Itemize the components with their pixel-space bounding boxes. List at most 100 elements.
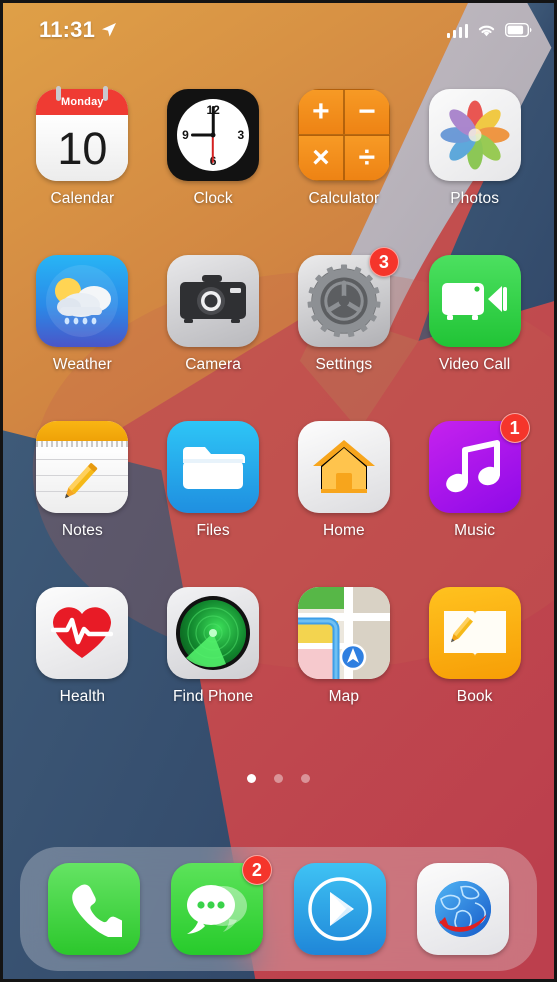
app-book[interactable]: Book xyxy=(409,587,540,706)
play-store-icon xyxy=(294,863,387,955)
app-label-camera: Camera xyxy=(185,356,241,373)
phone-handset-icon xyxy=(47,863,140,955)
page-dot-1[interactable] xyxy=(247,774,256,783)
clock-numeral-3: 3 xyxy=(237,128,245,142)
app-home[interactable]: Home xyxy=(279,421,410,540)
clock-icon-wrap: 12 3 6 9 xyxy=(167,89,260,181)
app-label-video-call: Video Call xyxy=(438,356,511,373)
phone-screen: 11:31 Monday 10 Calendar 3 9 Clock + − ×… xyxy=(0,0,557,982)
badge-messages: 2 xyxy=(241,855,272,885)
app-notes[interactable]: Notes xyxy=(17,421,148,540)
calendar-date: 10 xyxy=(36,115,129,181)
open-book-icon xyxy=(428,587,521,679)
weather-icon xyxy=(36,255,129,347)
app-photos[interactable]: Photos xyxy=(409,89,540,208)
calendar-weekday: Monday xyxy=(36,89,129,115)
dock-app-browser[interactable] xyxy=(417,863,510,955)
home-icon-wrap xyxy=(297,421,390,513)
clock-icon: 12 3 6 9 xyxy=(167,89,260,181)
photos-icon-wrap xyxy=(428,89,521,181)
status-bar: 11:31 xyxy=(3,3,554,57)
badge-settings: 3 xyxy=(368,247,399,277)
clock-face: 12 3 6 9 xyxy=(177,99,250,171)
wifi-icon xyxy=(478,25,495,36)
calculator-icon: + − × ÷ xyxy=(297,89,390,181)
heart-pulse-icon xyxy=(36,587,129,679)
clock-minute-hand xyxy=(211,106,215,135)
calendar-ring-left xyxy=(56,86,62,101)
app-settings[interactable]: 3 Settings xyxy=(279,247,410,374)
notes-header-band xyxy=(36,421,129,441)
app-label-files: Files xyxy=(196,522,230,539)
app-camera[interactable]: Camera xyxy=(148,255,279,374)
dock: 2 xyxy=(20,847,537,971)
globe-browser-icon xyxy=(417,863,510,955)
app-label-home: Home xyxy=(323,522,365,539)
photos-icon xyxy=(428,89,521,181)
map-icon-wrap xyxy=(297,587,390,679)
calculator-op-plus: + xyxy=(297,89,344,135)
app-weather[interactable]: Weather xyxy=(17,255,148,374)
app-label-find-phone: Find Phone xyxy=(172,688,254,705)
clock-second-hand xyxy=(212,135,214,163)
app-label-music: Music xyxy=(454,522,496,539)
notes-icon-wrap xyxy=(36,421,129,513)
notes-icon xyxy=(36,421,129,513)
app-video-call[interactable]: Video Call xyxy=(409,255,540,374)
location-arrow-icon xyxy=(102,23,117,37)
app-label-settings: Settings xyxy=(315,356,373,373)
app-label-map: Map xyxy=(328,688,360,705)
app-label-notes: Notes xyxy=(61,522,103,539)
map-icon xyxy=(297,587,390,679)
status-time: 11:31 xyxy=(39,17,96,42)
calendar-icon-wrap: Monday 10 xyxy=(36,86,129,181)
app-calculator[interactable]: + − × ÷ Calculator xyxy=(279,89,410,208)
app-label-photos: Photos xyxy=(450,190,500,207)
weather-icon-wrap xyxy=(36,255,129,347)
app-calendar[interactable]: Monday 10 Calendar xyxy=(17,86,148,208)
badge-music: 1 xyxy=(499,413,530,443)
calculator-icon-wrap: + − × ÷ xyxy=(297,89,390,181)
app-label-calendar: Calendar xyxy=(50,190,115,207)
app-label-book: Book xyxy=(456,688,493,705)
page-dot-3[interactable] xyxy=(301,774,310,783)
find-phone-icon-wrap xyxy=(167,587,260,679)
video-camera-icon xyxy=(428,255,521,347)
page-dot-2[interactable] xyxy=(274,774,283,783)
app-files[interactable]: Files xyxy=(148,421,279,540)
folder-icon xyxy=(167,421,260,513)
camera-icon-wrap xyxy=(167,255,260,347)
app-label-weather: Weather xyxy=(52,356,112,373)
calculator-op-times: × xyxy=(297,135,344,181)
music-icon-wrap: 1 xyxy=(428,413,530,513)
calendar-ring-right xyxy=(103,86,109,101)
health-icon-wrap xyxy=(36,587,129,679)
radar-icon xyxy=(167,587,260,679)
app-health[interactable]: Health xyxy=(17,587,148,706)
page-dots xyxy=(3,774,554,783)
app-find-phone[interactable]: Find Phone xyxy=(148,587,279,706)
camera-icon xyxy=(167,255,260,347)
cellular-signal-icon xyxy=(446,23,468,38)
calendar-icon: Monday 10 xyxy=(36,89,129,181)
app-music[interactable]: 1 Music xyxy=(409,413,540,540)
calculator-op-minus: − xyxy=(343,89,390,135)
battery-icon xyxy=(505,23,532,37)
calculator-op-divide: ÷ xyxy=(343,135,390,181)
app-label-clock: Clock xyxy=(193,190,233,207)
house-icon xyxy=(297,421,390,513)
app-clock[interactable]: 12 3 6 9 Clock xyxy=(148,89,279,208)
book-icon-wrap xyxy=(428,587,521,679)
dock-app-phone[interactable] xyxy=(47,863,140,955)
app-map[interactable]: Map xyxy=(279,587,410,706)
dock-app-play-store[interactable] xyxy=(294,863,387,955)
app-grid: Monday 10 Calendar 12 3 6 9 xyxy=(3,86,554,706)
app-label-health: Health xyxy=(59,688,106,705)
clock-center-pin xyxy=(210,132,216,138)
video-call-icon-wrap xyxy=(428,255,521,347)
clock-numeral-9: 9 xyxy=(182,128,189,142)
dock-app-messages[interactable]: 2 xyxy=(170,855,272,955)
files-icon-wrap xyxy=(167,421,260,513)
notes-lined-paper xyxy=(36,447,129,513)
app-label-calculator: Calculator xyxy=(308,190,380,207)
